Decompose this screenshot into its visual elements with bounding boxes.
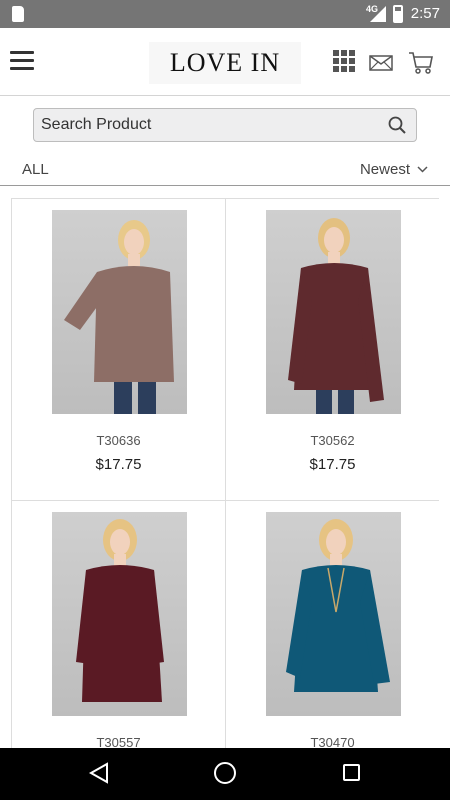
system-navigation-bar bbox=[0, 748, 450, 800]
divider bbox=[0, 185, 450, 186]
category-filter[interactable]: ALL bbox=[22, 161, 49, 178]
battery-icon bbox=[393, 5, 403, 23]
product-price: $17.75 bbox=[95, 456, 142, 473]
sd-card-icon bbox=[12, 6, 24, 22]
search-icon[interactable] bbox=[388, 116, 406, 134]
search-input[interactable] bbox=[34, 109, 374, 141]
status-bar: 4G 2:57 bbox=[0, 0, 450, 28]
app-header: LOVE IN bbox=[0, 28, 450, 96]
mail-icon[interactable] bbox=[369, 55, 393, 71]
product-grid: T30636 $17.75 T30562 $17.75 T30557 T3047… bbox=[11, 198, 439, 748]
product-price: $17.75 bbox=[309, 456, 356, 473]
network-type: 4G bbox=[366, 4, 379, 14]
grid-view-icon[interactable] bbox=[333, 50, 355, 72]
product-sku: T30470 bbox=[310, 735, 355, 748]
product-image[interactable] bbox=[266, 210, 401, 414]
product-image[interactable] bbox=[52, 512, 187, 716]
cart-icon[interactable] bbox=[408, 51, 434, 75]
recent-apps-icon[interactable] bbox=[343, 764, 360, 781]
home-icon[interactable] bbox=[214, 762, 236, 784]
product-image[interactable] bbox=[266, 512, 401, 716]
sort-dropdown[interactable]: Newest bbox=[360, 161, 428, 178]
sort-label: Newest bbox=[359, 161, 410, 178]
product-card[interactable]: T30636 $17.75 bbox=[12, 199, 226, 501]
product-sku: T30557 bbox=[96, 735, 141, 748]
search-bar bbox=[33, 108, 417, 142]
clock: 2:57 bbox=[410, 5, 440, 22]
product-image[interactable] bbox=[52, 210, 187, 414]
brand-logo[interactable]: LOVE IN bbox=[149, 42, 301, 84]
product-card[interactable]: T30470 bbox=[226, 501, 439, 748]
hamburger-menu-icon[interactable] bbox=[10, 51, 34, 71]
chevron-down-icon bbox=[417, 166, 428, 173]
back-icon[interactable] bbox=[88, 762, 110, 784]
product-sku: T30562 bbox=[310, 433, 355, 448]
product-card[interactable]: T30562 $17.75 bbox=[226, 199, 439, 501]
product-sku: T30636 bbox=[96, 433, 141, 448]
product-card[interactable]: T30557 bbox=[12, 501, 226, 748]
